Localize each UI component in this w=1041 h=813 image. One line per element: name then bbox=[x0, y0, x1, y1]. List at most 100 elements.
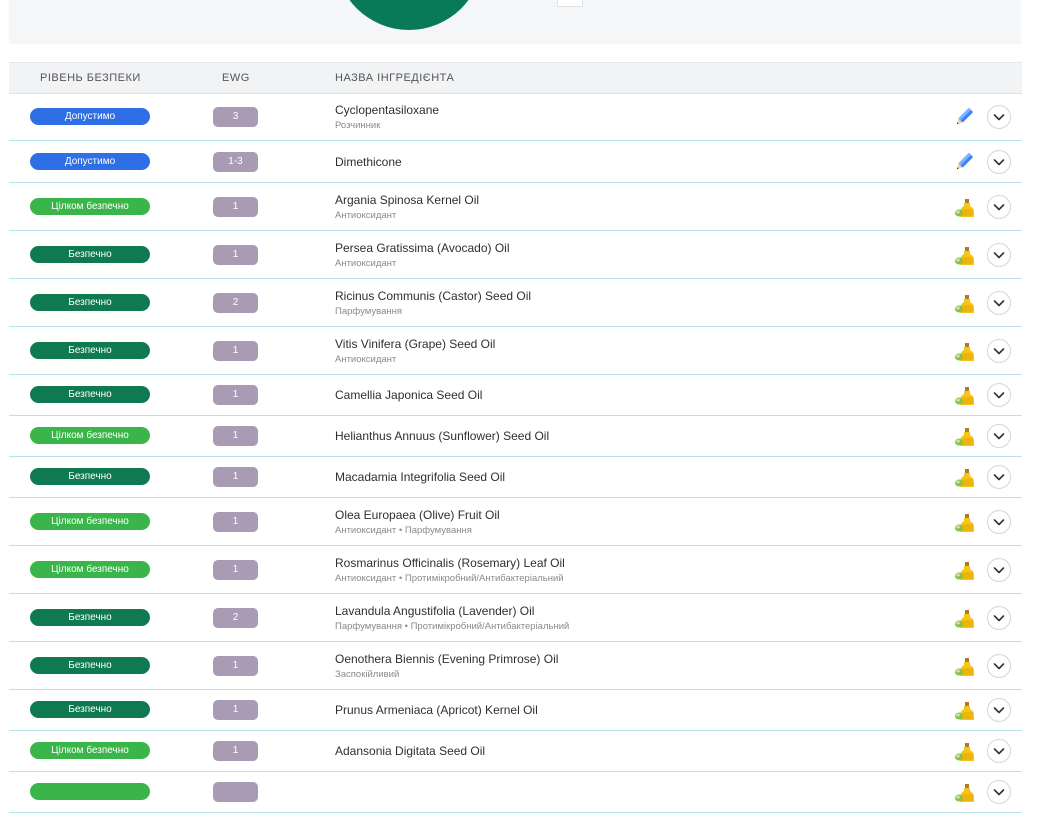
chevron-down-icon bbox=[993, 299, 1005, 306]
expand-row-button[interactable] bbox=[987, 424, 1011, 448]
ingredient-name[interactable]: Persea Gratissima (Avocado) Oil bbox=[335, 241, 510, 255]
summary-panel bbox=[9, 0, 1021, 44]
oil-bottle-icon bbox=[953, 655, 975, 677]
expand-row-button[interactable] bbox=[987, 653, 1011, 678]
chevron-down-icon bbox=[993, 474, 1005, 481]
ewg-score-badge: 1 bbox=[213, 655, 258, 676]
ingredient-name[interactable]: Macadamia Integrifolia Seed Oil bbox=[335, 470, 505, 484]
ingredient-name[interactable]: Olea Europaea (Olive) Fruit Oil bbox=[335, 508, 500, 522]
table-row[interactable]: Безпечно 1 Camellia Japonica Seed Oil bbox=[9, 375, 1022, 416]
table-row[interactable]: Допустимо 3 Cyclopentasiloxane Розчинник bbox=[9, 94, 1022, 141]
table-row[interactable]: Безпечно 1 Macadamia Integrifolia Seed Oil bbox=[9, 457, 1022, 498]
ewg-score-badge: 3 bbox=[213, 107, 258, 127]
oil-bottle-icon bbox=[953, 292, 975, 314]
ewg-score-badge bbox=[213, 782, 258, 802]
chevron-down-icon bbox=[993, 347, 1005, 354]
ingredient-name[interactable]: Dimethicone bbox=[335, 155, 402, 169]
ingredient-name[interactable]: Lavandula Angustifolia (Lavender) Oil bbox=[335, 604, 569, 618]
safety-badge: Цілком безпечно bbox=[30, 197, 150, 215]
oil-bottle-icon bbox=[953, 511, 975, 533]
ingredient-name[interactable]: Oenothera Biennis (Evening Primrose) Oil bbox=[335, 652, 558, 666]
ingredient-function: Антиоксидант • Парфумування bbox=[335, 524, 472, 536]
chevron-down-icon bbox=[993, 158, 1005, 165]
ingredient-name[interactable]: Camellia Japonica Seed Oil bbox=[335, 388, 482, 402]
ingredient-name[interactable]: Vitis Vinifera (Grape) Seed Oil bbox=[335, 337, 495, 351]
ingredient-name[interactable]: Ricinus Communis (Castor) Seed Oil bbox=[335, 289, 531, 303]
expand-row-button[interactable] bbox=[987, 105, 1011, 129]
header-ingredient-name: НАЗВА ІНГРЕДІЄНТА bbox=[335, 72, 455, 84]
pencil-icon bbox=[953, 151, 975, 173]
ewg-score-badge: 1 bbox=[213, 196, 258, 217]
table-row[interactable]: Безпечно 2 Lavandula Angustifolia (Lavende… bbox=[9, 594, 1022, 642]
table-row[interactable]: Цілком безпечно 1 Rosmarinus Officinalis (… bbox=[9, 546, 1022, 594]
safety-badge: Безпечно bbox=[30, 701, 150, 718]
expand-row-button[interactable] bbox=[987, 338, 1011, 363]
expand-row-button[interactable] bbox=[987, 465, 1011, 489]
ingredient-function: Антиоксидант bbox=[335, 209, 397, 221]
table-row[interactable]: Допустимо 1-3 Dimethicone bbox=[9, 141, 1022, 183]
ingredient-info: Macadamia Integrifolia Seed Oil bbox=[335, 470, 505, 484]
ingredient-info: Argania Spinosa Kernel Oil Антиоксидант bbox=[335, 193, 479, 221]
ewg-score-badge: 1 bbox=[213, 244, 258, 265]
ewg-score-badge: 1 bbox=[213, 741, 258, 761]
ingredient-info: Adansonia Digitata Seed Oil bbox=[335, 744, 485, 758]
ewg-score-badge: 1-3 bbox=[213, 151, 258, 172]
chevron-down-icon bbox=[993, 614, 1005, 621]
table-row[interactable]: Безпечно 1 Persea Gratissima (Avocado) Oil… bbox=[9, 231, 1022, 279]
table-row[interactable]: Безпечно 1 Oenothera Biennis (Evening Prim… bbox=[9, 642, 1022, 690]
table-row[interactable]: Цілком безпечно 1 Helianthus Annuus (Sunfl… bbox=[9, 416, 1022, 457]
oil-bottle-icon bbox=[953, 559, 975, 581]
ingredient-info: Oenothera Biennis (Evening Primrose) Oil… bbox=[335, 652, 558, 680]
expand-row-button[interactable] bbox=[987, 290, 1011, 315]
ingredient-function: Розчинник bbox=[335, 120, 381, 131]
ingredient-info: Rosmarinus Officinalis (Rosemary) Leaf O… bbox=[335, 556, 565, 584]
table-row[interactable]: Цілком безпечно 1 Adansonia Digitata Seed … bbox=[9, 731, 1022, 772]
table-row[interactable]: Цілком безпечно 1 Olea Europaea (Olive) Fr… bbox=[9, 498, 1022, 546]
safety-badge: Цілком безпечно bbox=[30, 742, 150, 759]
expand-row-button[interactable] bbox=[987, 194, 1011, 219]
ingredient-function: Антиоксидант • Протимікробний/Антибактер… bbox=[335, 572, 564, 584]
expand-row-button[interactable] bbox=[987, 509, 1011, 534]
oil-bottle-icon bbox=[953, 340, 975, 362]
ingredient-function: Парфумування bbox=[335, 305, 402, 317]
safety-donut-chart bbox=[335, 0, 483, 30]
ingredient-function: Парфумування • Протимікробний/Антибактер… bbox=[335, 620, 570, 632]
oil-bottle-icon bbox=[953, 425, 975, 447]
expand-row-button[interactable] bbox=[987, 149, 1011, 174]
ingredient-name[interactable]: Prunus Armeniaca (Apricot) Kernel Oil bbox=[335, 703, 538, 717]
oil-bottle-icon bbox=[953, 740, 975, 762]
expand-row-button[interactable] bbox=[987, 557, 1011, 582]
expand-row-button[interactable] bbox=[987, 242, 1011, 267]
safety-badge: Безпечно bbox=[30, 293, 150, 311]
expand-row-button[interactable] bbox=[987, 780, 1011, 804]
chevron-down-icon bbox=[993, 203, 1005, 210]
expand-row-button[interactable] bbox=[987, 605, 1011, 630]
ewg-score-badge: 1 bbox=[213, 559, 258, 580]
table-row[interactable]: Безпечно 1 Prunus Armeniaca (Apricot) Kern… bbox=[9, 690, 1022, 731]
table-row[interactable]: Безпечно 2 Ricinus Communis (Castor) Seed … bbox=[9, 279, 1022, 327]
expand-row-button[interactable] bbox=[987, 698, 1011, 722]
expand-row-button[interactable] bbox=[987, 739, 1011, 763]
ingredient-name[interactable]: Rosmarinus Officinalis (Rosemary) Leaf O… bbox=[335, 556, 565, 570]
ingredient-name[interactable]: Cyclopentasiloxane bbox=[335, 103, 439, 117]
oil-bottle-icon bbox=[953, 244, 975, 266]
safety-badge: Цілком безпечно bbox=[30, 560, 150, 578]
table-body: Допустимо 3 Cyclopentasiloxane Розчинник Доп… bbox=[9, 94, 1022, 813]
ingredient-name[interactable]: Adansonia Digitata Seed Oil bbox=[335, 744, 485, 758]
table-row[interactable] bbox=[9, 772, 1022, 813]
table-row[interactable]: Безпечно 1 Vitis Vinifera (Grape) Seed Oil… bbox=[9, 327, 1022, 375]
ingredient-name[interactable]: Argania Spinosa Kernel Oil bbox=[335, 193, 479, 207]
ingredient-info: Ricinus Communis (Castor) Seed Oil Парфум… bbox=[335, 289, 531, 317]
chevron-down-icon bbox=[993, 392, 1005, 399]
oil-bottle-icon bbox=[953, 781, 975, 803]
safety-badge: Безпечно bbox=[30, 245, 150, 263]
ingredient-info: Vitis Vinifera (Grape) Seed Oil Антиоксид… bbox=[335, 337, 495, 365]
ewg-score-badge: 1 bbox=[213, 385, 258, 405]
ewg-score-badge: 1 bbox=[213, 340, 258, 361]
safety-badge bbox=[30, 783, 150, 800]
chevron-down-icon bbox=[993, 707, 1005, 714]
expand-row-button[interactable] bbox=[987, 383, 1011, 407]
table-row[interactable]: Цілком безпечно 1 Argania Spinosa Kernel O… bbox=[9, 183, 1022, 231]
ingredient-name[interactable]: Helianthus Annuus (Sunflower) Seed Oil bbox=[335, 429, 549, 443]
ewg-score-badge: 1 bbox=[213, 467, 258, 487]
